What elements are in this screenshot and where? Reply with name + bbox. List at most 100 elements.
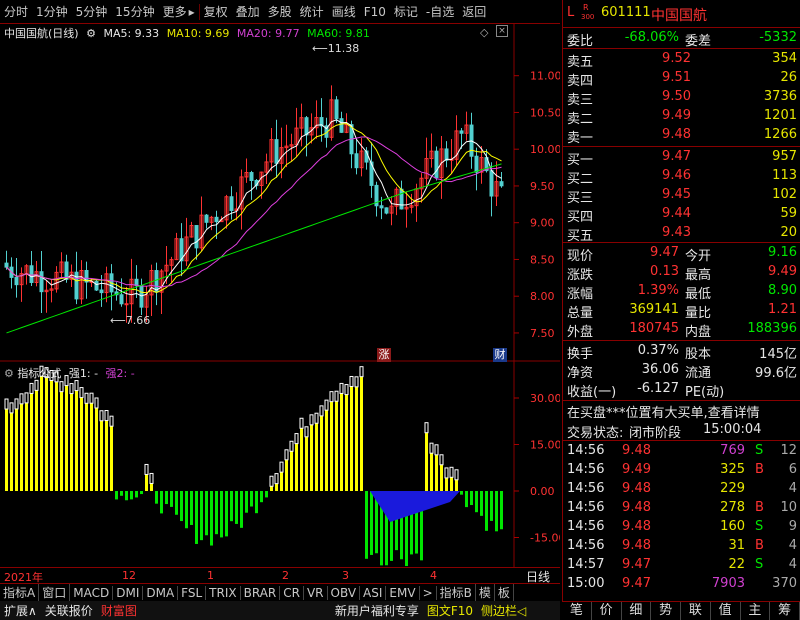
- bottom-bar: 扩展∧ 关联报价 财富图 新用户福利专享 图文F10 侧边栏◁: [0, 601, 560, 620]
- quote-tab-7[interactable]: 筹: [770, 602, 800, 620]
- ask-level-1[interactable]: 卖五 9.52 354: [563, 50, 800, 70]
- bid-volume: 957: [772, 149, 797, 164]
- mark-button[interactable]: 标记: [390, 3, 422, 20]
- indicator-bar: [20, 403, 23, 491]
- indicator-bar: [345, 394, 348, 491]
- bid-volume: 113: [772, 168, 797, 183]
- ma20-line: [6, 136, 502, 288]
- tab-indicator-b[interactable]: 指标B: [437, 584, 476, 601]
- ask-level-4[interactable]: 卖二 9.49 1201: [563, 107, 800, 127]
- candle-body: [354, 153, 359, 169]
- tab-panel[interactable]: 板: [495, 584, 514, 601]
- ma5-line: [6, 119, 502, 297]
- indicator-tick-label: 0.00: [530, 485, 555, 498]
- tab-window[interactable]: 窗口: [39, 584, 71, 601]
- tabs-more-icon[interactable]: >: [420, 585, 437, 600]
- indicator-tick-label: 15.00: [530, 439, 560, 452]
- candle-body: [339, 118, 344, 133]
- finance-marker[interactable]: 财: [493, 348, 507, 362]
- x-label-apr: 4: [430, 569, 437, 582]
- bid-level-4[interactable]: 买四 9.44 59: [563, 205, 800, 225]
- period-15min[interactable]: 15分钟: [111, 3, 158, 20]
- ask-level-5[interactable]: 卖一 9.48 1266: [563, 126, 800, 146]
- tab-fsl[interactable]: FSL: [178, 585, 207, 600]
- remove-watchlist-button[interactable]: -自选: [422, 3, 458, 20]
- sidebar-toggle[interactable]: 侧边栏◁: [477, 602, 530, 619]
- quote-tab-2[interactable]: 细: [622, 602, 652, 620]
- quote-tab-4[interactable]: 联: [681, 602, 711, 620]
- quote-tab-3[interactable]: 势: [651, 602, 681, 620]
- bid-price: 9.45: [662, 187, 691, 202]
- indicator-bar: [485, 491, 488, 531]
- tab-cr[interactable]: CR: [280, 585, 304, 600]
- draw-line-button[interactable]: 画线: [328, 3, 360, 20]
- candle-body: [434, 150, 439, 179]
- back-button[interactable]: 返回: [458, 3, 490, 20]
- tab-vr[interactable]: VR: [304, 585, 328, 600]
- stat-label: 总量: [567, 306, 594, 321]
- weicha-value: -5332: [759, 30, 797, 45]
- tab-asi[interactable]: ASI: [360, 585, 387, 600]
- stats-button[interactable]: 统计: [296, 3, 328, 20]
- bid-level-2[interactable]: 买二 9.46 113: [563, 167, 800, 187]
- indicator-bar: [290, 451, 293, 491]
- period-more[interactable]: 更多 ▸: [159, 3, 199, 20]
- bid-level-5[interactable]: 买五 9.43 20: [563, 224, 800, 244]
- tick-price: 9.48: [622, 481, 651, 496]
- ask-label: 卖二: [567, 112, 594, 127]
- indicator-bar: [210, 491, 213, 546]
- tab-dmi[interactable]: DMI: [113, 585, 144, 600]
- indicator-bar-cap: [304, 426, 309, 438]
- price-y-ticks: 11.00 10.50 10.00 9.50 9.00 8.50 8.00 7.50: [514, 70, 560, 340]
- stat-label: 内盘: [685, 325, 712, 340]
- quote-tab-6[interactable]: 主: [741, 602, 771, 620]
- indicator-chart[interactable]: 45.0030.0015.000.00-15.00: [0, 362, 560, 567]
- indicator-bar: [160, 491, 163, 514]
- tab-template[interactable]: 模: [476, 584, 495, 601]
- indicator-bar: [465, 491, 468, 508]
- expand-button[interactable]: 扩展∧: [0, 602, 41, 619]
- tab-brar[interactable]: BRAR: [241, 585, 281, 600]
- new-user-promo-link[interactable]: 新用户福利专享: [331, 602, 423, 619]
- indicator-bar-cap: [354, 376, 359, 388]
- tab-emv[interactable]: EMV: [386, 585, 420, 600]
- f10-button[interactable]: F10: [360, 5, 390, 19]
- tab-trix[interactable]: TRIX: [206, 585, 241, 600]
- rise-marker[interactable]: 涨: [377, 348, 391, 362]
- period-timeshare[interactable]: 分时: [0, 3, 32, 20]
- linked-quote-button[interactable]: 关联报价: [41, 602, 97, 619]
- notice-row[interactable]: 在买盘***位置有大买单,查看详情: [563, 401, 800, 421]
- f10-graphic-button[interactable]: 图文F10: [423, 602, 477, 619]
- indicator-tabs: 指标A 窗口 MACD DMI DMA FSL TRIX BRAR CR VR …: [0, 583, 560, 601]
- price-chart[interactable]: 11.00 10.50 10.00 9.50 9.00 8.50 8.00 7.50 ⟵11.…: [0, 24, 560, 362]
- multi-stock-button[interactable]: 多股: [264, 3, 296, 20]
- overlay-button[interactable]: 叠加: [232, 3, 264, 20]
- quote-tab-5[interactable]: 值: [711, 602, 741, 620]
- wealth-chart-button[interactable]: 财富图: [97, 602, 141, 619]
- ask-level-2[interactable]: 卖四 9.51 26: [563, 69, 800, 89]
- stat-row: 外盘 180745 内盘 188396: [563, 320, 800, 340]
- ask-level-3[interactable]: 卖三 9.50 3736: [563, 88, 800, 108]
- candle-body: [499, 181, 504, 187]
- quote-tab-1[interactable]: 价: [592, 602, 622, 620]
- bid-level-3[interactable]: 买三 9.45 102: [563, 186, 800, 206]
- price-tick-label: 10.50: [530, 106, 560, 119]
- tab-macd[interactable]: MACD: [70, 585, 114, 600]
- indicator-bar-cap: [19, 393, 24, 405]
- quote-tab-0[interactable]: 笔: [562, 602, 592, 620]
- tab-dma[interactable]: DMA: [143, 585, 179, 600]
- bid-level-1[interactable]: 买一 9.47 957: [563, 148, 800, 168]
- tab-obv[interactable]: OBV: [328, 585, 361, 600]
- tab-indicator-a[interactable]: 指标A: [0, 584, 40, 601]
- candle-body: [459, 130, 464, 134]
- tick-time: 14:56: [567, 443, 605, 458]
- big-order-notice[interactable]: 在买盘***位置有大买单,查看详情: [567, 402, 760, 421]
- indicator-bar: [30, 393, 33, 491]
- period-5min[interactable]: 5分钟: [72, 3, 112, 20]
- indicator-bar-cap: [54, 371, 59, 383]
- candle-body: [304, 117, 309, 136]
- ask-label: 卖五: [567, 55, 594, 70]
- period-1min[interactable]: 1分钟: [32, 3, 72, 20]
- adjust-button[interactable]: 复权: [200, 3, 232, 20]
- stat-value: 1.39%: [637, 283, 679, 298]
